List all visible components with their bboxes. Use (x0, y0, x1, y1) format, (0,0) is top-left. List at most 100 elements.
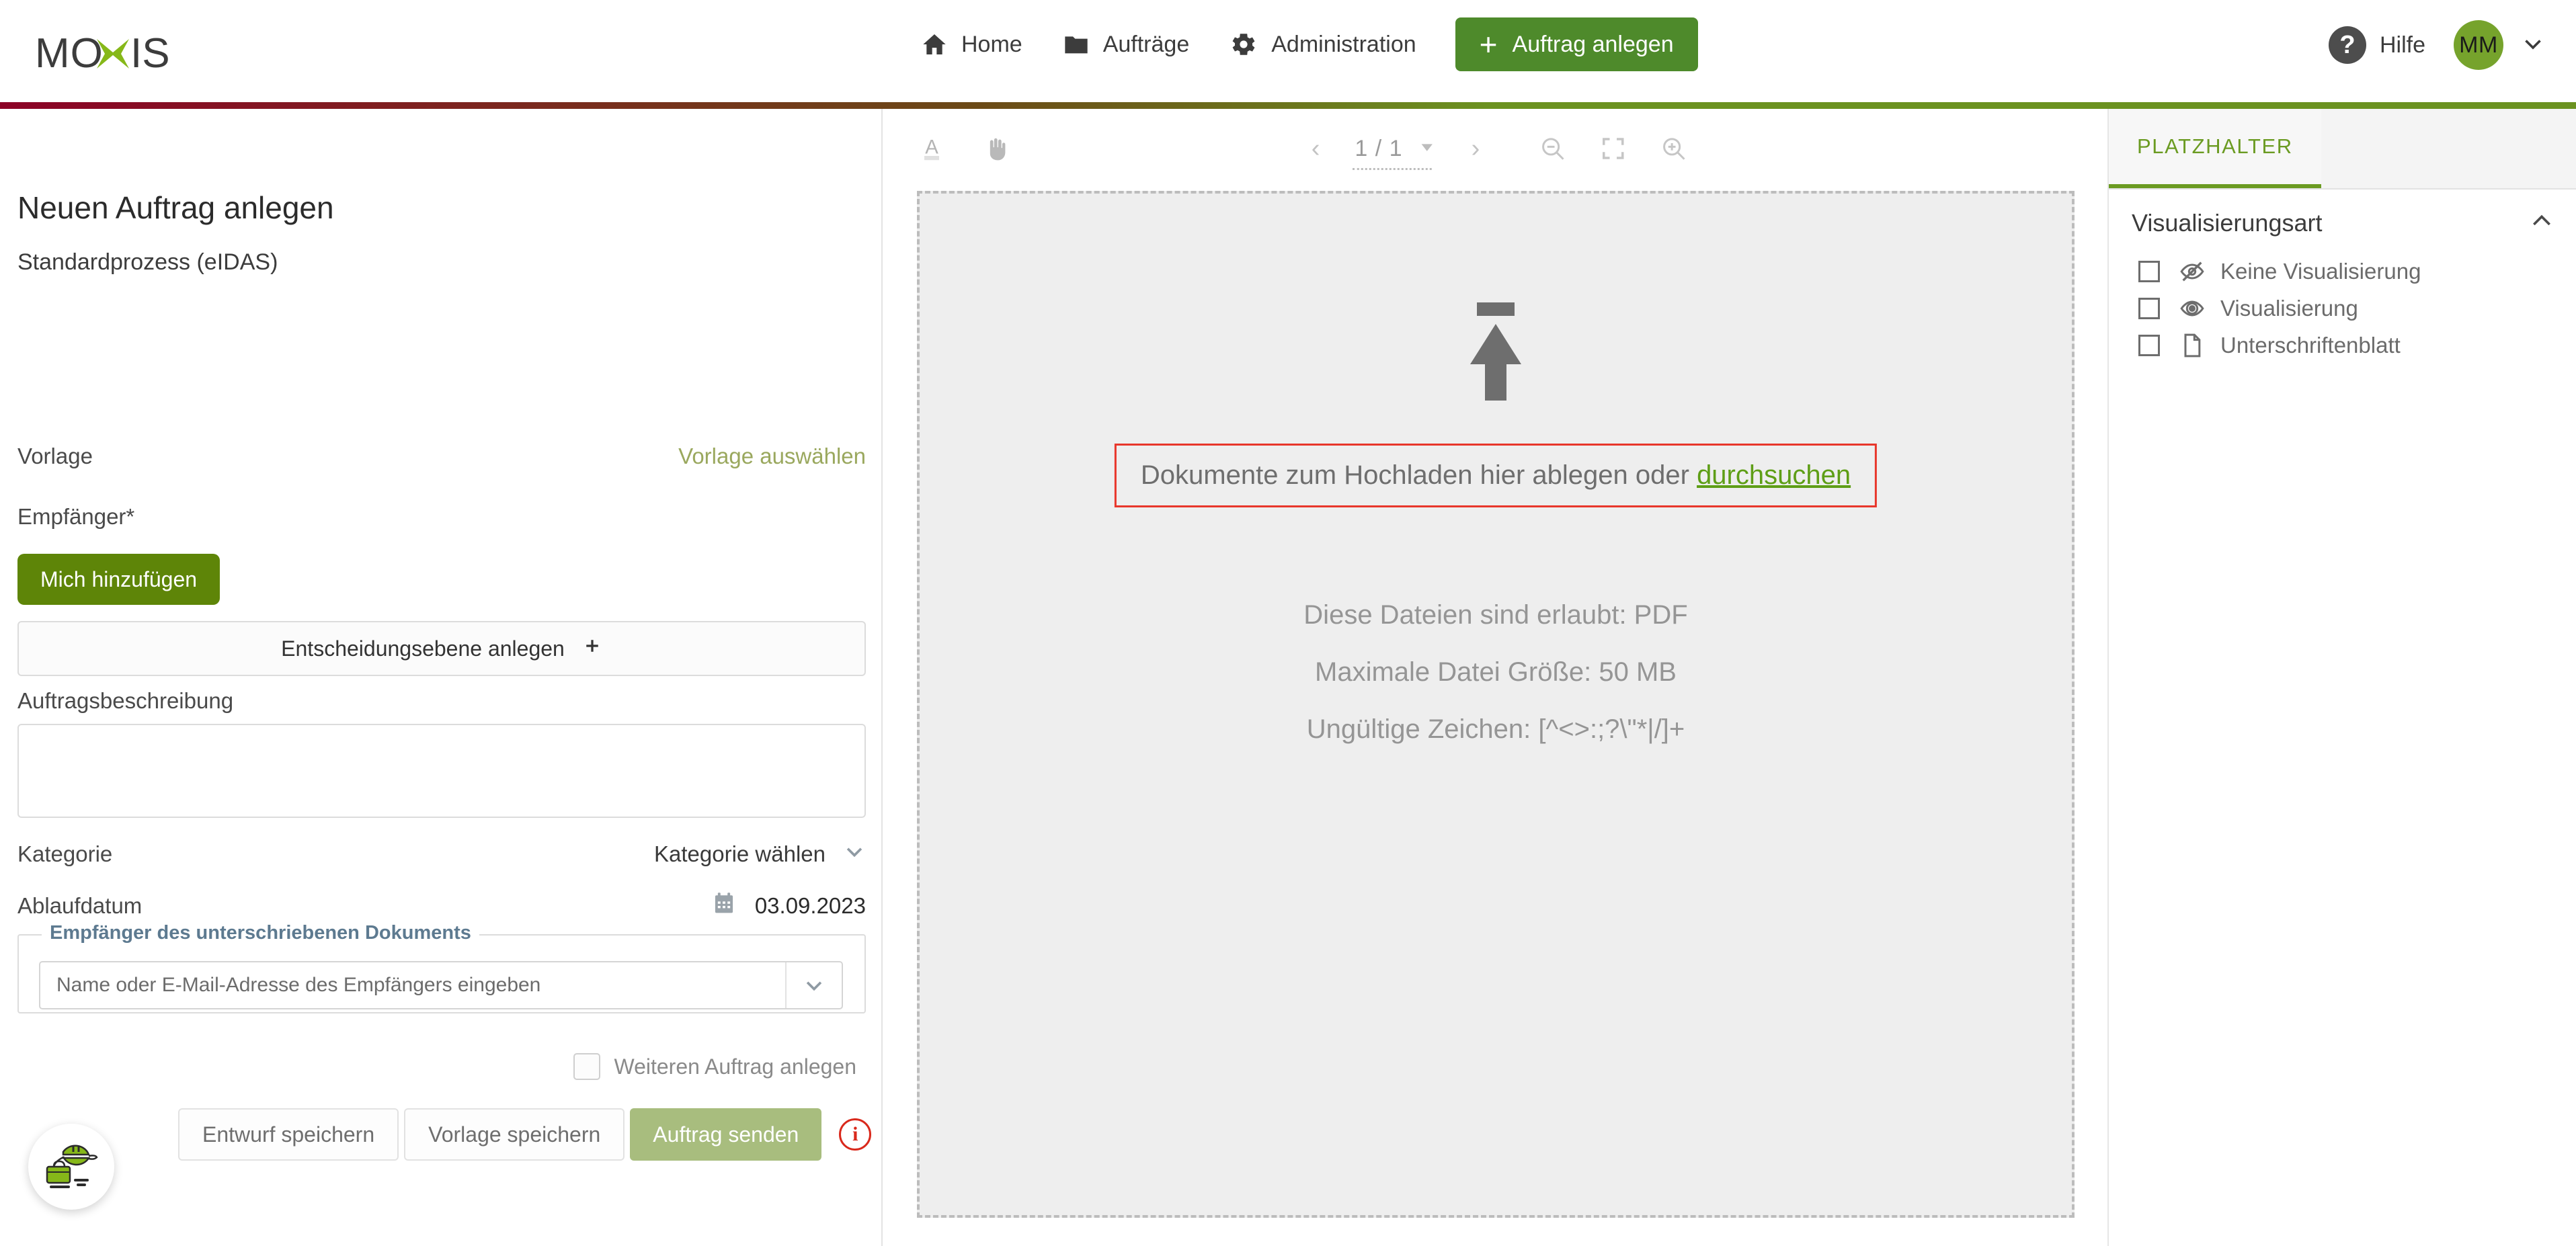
chevron-down-icon (1418, 138, 1437, 160)
eye-icon (2177, 295, 2207, 322)
moxis-logo-mark: MO IS (35, 30, 170, 77)
help-label: Hilfe (2379, 32, 2425, 58)
template-label: Vorlage (17, 444, 93, 468)
order-form-panel: Neuen Auftrag anlegen Standardprozess (e… (0, 109, 884, 1246)
header-right-group: ? Hilfe MM (2328, 20, 2545, 70)
support-chat-widget[interactable] (28, 1124, 114, 1210)
recipient-select[interactable]: Name oder E-Mail-Adresse des Empfängers … (39, 961, 843, 1009)
add-me-button[interactable]: Mich hinzufügen (17, 554, 220, 605)
file-restrictions: Diese Dateien sind erlaubt: PDF Maximale… (920, 587, 2072, 758)
app-header: MO IS Home Aufträge Administration + Auf… (0, 0, 2576, 106)
svg-text:A: A (925, 136, 938, 158)
signed-document-recipient-fieldset: Empfänger des unterschriebenen Dokuments… (17, 922, 866, 1013)
question-mark-icon: ? (2328, 26, 2366, 64)
zoom-out-icon[interactable] (1539, 134, 1567, 163)
panel-tabs: PLATZHALTER (2109, 109, 2576, 190)
option-label: Visualisierung (2220, 295, 2358, 321)
description-label: Auftragsbeschreibung (17, 688, 234, 713)
main-navigation: Home Aufträge Administration + Auftrag a… (901, 17, 1698, 71)
dropzone-highlight-box: Dokumente zum Hochladen hier ablegen ode… (1114, 444, 1878, 507)
create-another-order-row[interactable]: Weiteren Auftrag anlegen (573, 1053, 856, 1080)
viewer-toolbar: A ‹ 1 / 1 › (884, 109, 2107, 188)
browse-files-link[interactable]: durchsuchen (1697, 460, 1851, 490)
expiry-date-picker[interactable]: 03.09.2023 (713, 892, 866, 920)
restriction-allowed-types: Diese Dateien sind erlaubt: PDF (1303, 600, 1688, 630)
option-keine-visualisierung[interactable]: Keine Visualisierung (2138, 253, 2569, 290)
create-another-order-checkbox[interactable] (573, 1053, 601, 1080)
category-select[interactable]: Kategorie wählen (654, 840, 866, 868)
chevron-up-icon[interactable] (2528, 208, 2555, 238)
panel-divider (881, 109, 883, 1246)
upload-arrow-icon (1451, 302, 1540, 405)
document-icon (2177, 332, 2207, 359)
document-viewer: A ‹ 1 / 1 › Dokumente zum Hochladen hier… (884, 109, 2107, 1246)
avatar[interactable]: MM (2454, 20, 2503, 70)
chevron-down-icon[interactable] (785, 962, 842, 1008)
page-indicator-underline (1352, 167, 1432, 170)
send-order-button[interactable]: Auftrag senden (630, 1108, 822, 1161)
option-label: Keine Visualisierung (2220, 258, 2421, 284)
text-select-icon[interactable]: A (917, 134, 947, 163)
tab-platzhalter-label: PLATZHALTER (2137, 134, 2293, 158)
help-button[interactable]: ? Hilfe (2328, 26, 2425, 64)
description-input[interactable] (17, 724, 866, 818)
option-unterschriftenblatt[interactable]: Unterschriftenblatt (2138, 327, 2569, 364)
expiry-date-value: 03.09.2023 (754, 893, 866, 918)
option-label: Unterschriftenblatt (2220, 332, 2401, 358)
nav-label-administration: Administration (1271, 31, 1416, 57)
dropzone-text-prefix: Dokumente zum Hochladen hier ablegen ode… (1140, 460, 1697, 490)
zoom-in-icon[interactable] (1660, 134, 1688, 163)
svg-text:IS: IS (130, 30, 170, 77)
option-checkbox[interactable] (2138, 260, 2160, 282)
tab-platzhalter[interactable]: PLATZHALTER (2109, 109, 2321, 188)
save-template-button[interactable]: Vorlage speichern (404, 1108, 625, 1161)
nav-label-home: Home (961, 31, 1022, 57)
option-visualisierung[interactable]: Visualisierung (2138, 290, 2569, 327)
chevron-down-icon[interactable] (2521, 32, 2545, 59)
add-decision-level-button[interactable]: Entscheidungsebene anlegen (17, 621, 866, 676)
visualization-section-header[interactable]: Visualisierungsart (2132, 208, 2555, 238)
visualization-section-title: Visualisierungsart (2132, 208, 2323, 237)
category-row: Kategorie Kategorie wählen (17, 840, 866, 868)
option-checkbox[interactable] (2138, 297, 2160, 319)
recipients-label: Empfänger* (17, 504, 135, 529)
restriction-max-size: Maximale Datei Größe: 50 MB (1315, 657, 1677, 687)
validation-info-icon[interactable]: i (839, 1118, 872, 1151)
next-page-button[interactable]: › (1463, 134, 1488, 163)
page-title: Neuen Auftrag anlegen (17, 190, 334, 225)
select-template-link[interactable]: Vorlage auswählen (678, 444, 866, 469)
form-actions: Entwurf speichern Vorlage speichern Auft… (178, 1108, 872, 1161)
option-checkbox[interactable] (2138, 334, 2160, 356)
nav-item-home[interactable]: Home (901, 18, 1043, 71)
nav-label-auftraege: Aufträge (1102, 31, 1190, 57)
plus-icon: + (1479, 27, 1498, 62)
save-draft-button[interactable]: Entwurf speichern (178, 1108, 399, 1161)
prev-page-button[interactable]: ‹ (1303, 134, 1328, 163)
recipient-placeholder: Name oder E-Mail-Adresse des Empfängers … (56, 974, 541, 996)
svg-text:MO: MO (35, 30, 104, 77)
nav-item-administration[interactable]: Administration (1209, 18, 1436, 71)
add-decision-level-label: Entscheidungsebene anlegen (281, 636, 565, 661)
create-order-label: Auftrag anlegen (1512, 31, 1674, 57)
hand-icon[interactable] (981, 134, 1011, 163)
nav-item-auftraege[interactable]: Aufträge (1043, 18, 1210, 71)
home-icon (921, 31, 948, 58)
create-another-order-label: Weiteren Auftrag anlegen (614, 1054, 856, 1079)
page-indicator-text: 1 / 1 (1355, 135, 1403, 161)
chevron-down-icon (843, 840, 866, 868)
create-order-button[interactable]: + Auftrag anlegen (1455, 17, 1698, 71)
expiry-date-label: Ablaufdatum (17, 893, 143, 918)
avatar-initials: MM (2459, 32, 2498, 58)
fit-screen-icon[interactable] (1599, 134, 1627, 163)
expiry-date-row: Ablaufdatum 03.09.2023 (17, 892, 866, 920)
process-type-label: Standardprozess (eIDAS) (17, 249, 278, 275)
gear-icon (1230, 30, 1258, 58)
visualization-options: Keine Visualisierung Visualisierung Unte… (2138, 253, 2569, 364)
page-indicator[interactable]: 1 / 1 (1352, 135, 1437, 170)
support-mascot-icon (46, 1145, 98, 1188)
dropzone-text: Dokumente zum Hochladen hier ablegen ode… (1141, 460, 1851, 490)
moxis-logo[interactable]: MO IS (35, 30, 210, 78)
fieldset-legend: Empfänger des unterschriebenen Dokuments (42, 922, 479, 944)
file-dropzone[interactable]: Dokumente zum Hochladen hier ablegen ode… (917, 191, 2075, 1218)
template-row: Vorlage Vorlage auswählen (17, 444, 866, 469)
